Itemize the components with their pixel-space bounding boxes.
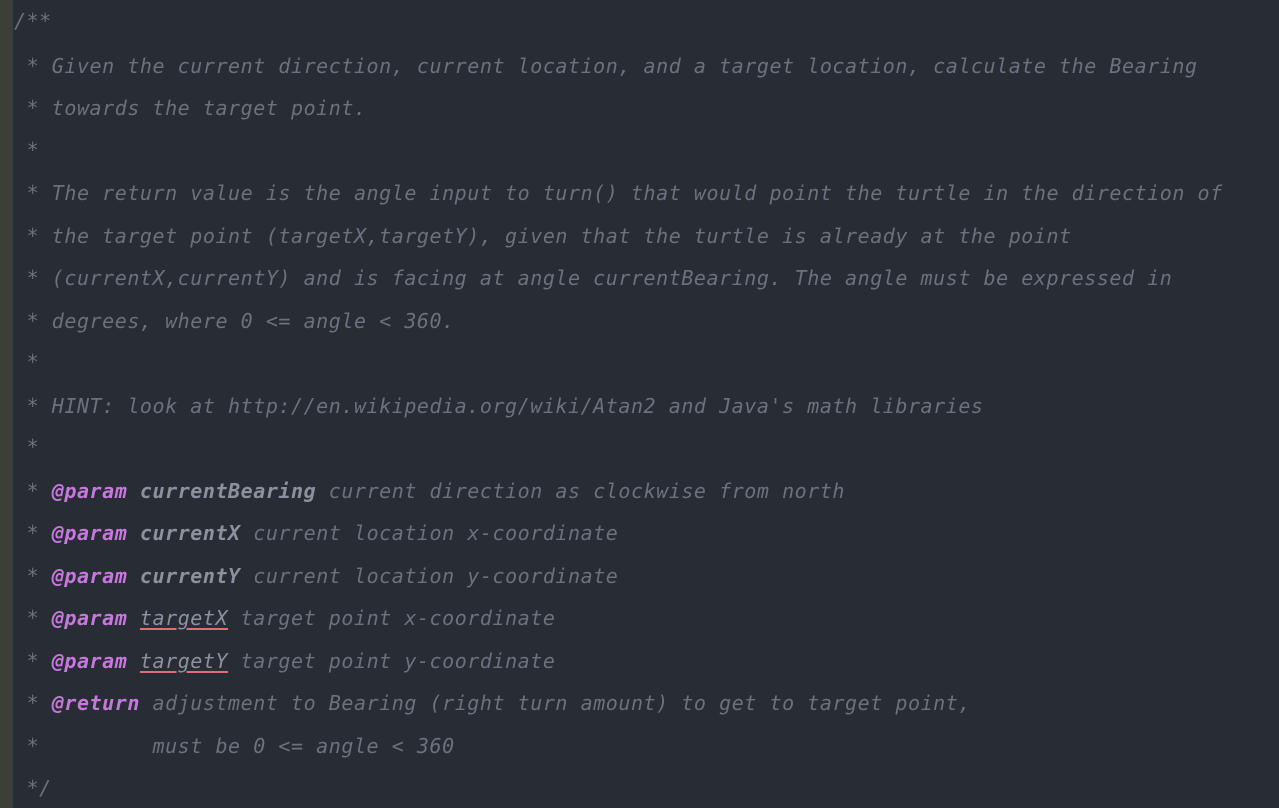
line-prefix: * <box>14 691 52 715</box>
param-description: target point x-coordinate <box>228 606 556 630</box>
comment-line: * <box>14 138 40 162</box>
comment-line: * HINT: look at http://en.wikipedia.org/… <box>14 394 984 418</box>
return-description: adjustment to Bearing (right turn amount… <box>139 691 971 715</box>
comment-line: * Given the current direction, current l… <box>14 54 1198 78</box>
param-description: target point y-coordinate <box>228 649 556 673</box>
line-prefix: * <box>14 564 52 588</box>
param-tag: @param <box>51 479 128 503</box>
comment-line: * must be 0 <= angle < 360 <box>14 734 455 758</box>
return-line: * @return adjustment to Bearing (right t… <box>14 691 971 715</box>
editor-gutter <box>0 0 13 808</box>
param-name: currentY <box>139 564 241 588</box>
param-tag: @param <box>51 606 128 630</box>
comment-line: * the target point (targetX,targetY), gi… <box>14 224 1072 248</box>
param-line: * @param targetX target point x-coordina… <box>14 606 555 630</box>
param-name: currentX <box>139 521 241 545</box>
comment-line: * towards the target point. <box>14 96 367 120</box>
param-description: current direction as clockwise from nort… <box>316 479 846 503</box>
return-tag: @return <box>51 691 140 715</box>
line-prefix: * <box>14 521 52 545</box>
comment-line: * The return value is the angle input to… <box>14 181 1223 205</box>
param-description: current location y-coordinate <box>240 564 619 588</box>
comment-line: * (currentX,currentY) and is facing at a… <box>14 266 1173 290</box>
comment-line: * <box>14 435 40 459</box>
code-editor[interactable]: /** * Given the current direction, curre… <box>0 0 1279 808</box>
comment-line: */ <box>14 776 52 800</box>
param-name: currentBearing <box>139 479 317 503</box>
param-tag: @param <box>51 564 128 588</box>
comment-line: /** <box>14 9 52 33</box>
comment-line: * degrees, where 0 <= angle < 360. <box>14 309 455 333</box>
param-line: * @param currentY current location y-coo… <box>14 564 618 588</box>
param-tag: @param <box>51 649 128 673</box>
comment-line: * <box>14 350 40 374</box>
param-name-warning[interactable]: targetY <box>140 649 228 673</box>
param-line: * @param currentX current location x-coo… <box>14 521 618 545</box>
param-line: * @param currentBearing current directio… <box>14 479 845 503</box>
javadoc-comment-block[interactable]: /** * Given the current direction, curre… <box>14 0 1279 808</box>
line-prefix: * <box>14 649 52 673</box>
param-description: current location x-coordinate <box>240 521 619 545</box>
param-tag: @param <box>51 521 128 545</box>
param-name-warning[interactable]: targetX <box>140 606 228 630</box>
param-line: * @param targetY target point y-coordina… <box>14 649 555 673</box>
line-prefix: * <box>14 479 52 503</box>
line-prefix: * <box>14 606 52 630</box>
